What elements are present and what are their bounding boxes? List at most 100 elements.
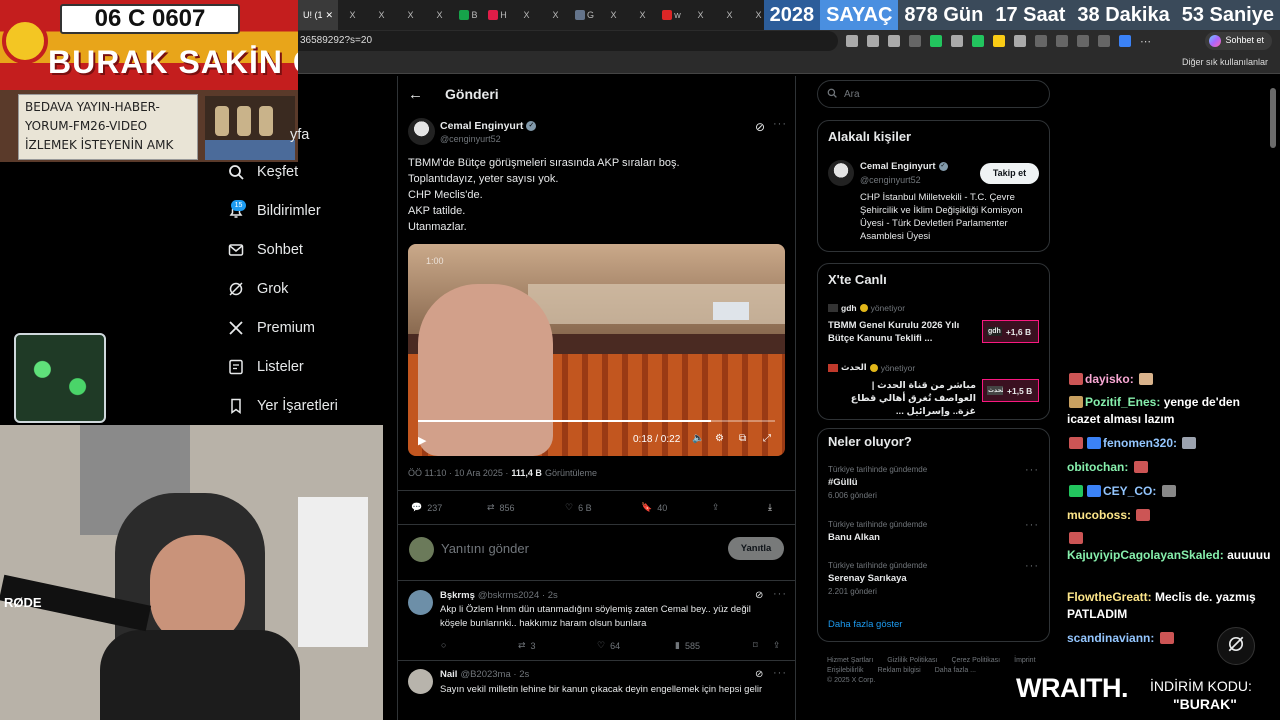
nav-item-grok[interactable]: Grok [228, 277, 288, 301]
like-action[interactable]: ♡ 6 B [565, 502, 592, 513]
browser-tab[interactable]: w [657, 0, 686, 30]
settings-gear-icon[interactable]: ⚙ [715, 433, 724, 444]
browser-tab[interactable]: X [367, 0, 396, 30]
picture-in-picture-icon[interactable]: ⧉ [739, 433, 746, 444]
copilot-chat-button[interactable]: Sohbet et [1205, 32, 1272, 50]
favorite-star-icon[interactable] [867, 35, 879, 47]
share-icon[interactable]: ⇪ [773, 640, 781, 651]
browser-tab[interactable]: X [599, 0, 628, 30]
repost-action[interactable]: ⇄ 3 [518, 640, 536, 651]
grok-explain-icon[interactable]: ⊘ [755, 669, 763, 680]
show-more-link[interactable]: Daha fazla göster [828, 619, 902, 630]
nav-item-messages[interactable]: Sohbet [228, 238, 303, 262]
nav-item-premium[interactable]: Premium [228, 316, 315, 340]
related-handle[interactable]: @cenginyurt52 [860, 175, 921, 185]
trend-more-icon[interactable]: ··· [1025, 560, 1039, 572]
trend-more-icon[interactable]: ··· [1025, 519, 1039, 531]
play-icon[interactable]: ▶ [418, 434, 426, 447]
profile-avatar[interactable] [1119, 35, 1131, 47]
reply-author-handle[interactable]: @B2023ma · 2s [460, 669, 529, 680]
footer-link[interactable]: Reklam bilgisi [878, 667, 921, 674]
apps-icon[interactable] [846, 35, 858, 47]
live-title-2[interactable]: مباشر من قناة الحدث | العواصف تُغرق أهال… [828, 379, 976, 418]
repost-action[interactable]: ⇄ 856 [487, 502, 515, 513]
search-box[interactable]: Ara [817, 80, 1050, 108]
reply-author-name[interactable]: Nail [440, 669, 457, 680]
browser-tab[interactable]: H [483, 0, 512, 30]
trend-item[interactable]: Türkiye tarihinde gündemde Serenay Sarık… [828, 561, 927, 596]
url-field[interactable]: 36589292?s=20 [298, 31, 838, 51]
footer-link[interactable]: İmprint [1014, 657, 1035, 664]
browser-tab[interactable]: X [338, 0, 367, 30]
browser-tab[interactable]: X [628, 0, 657, 30]
browser-tab[interactable]: G [570, 0, 599, 30]
search-input[interactable]: Ara [844, 89, 860, 100]
follow-button[interactable]: Takip et [980, 163, 1039, 184]
extension-icon[interactable] [993, 35, 1005, 47]
nav-home-partial[interactable]: yfa [290, 127, 309, 143]
scrollbar-thumb[interactable] [1270, 88, 1276, 148]
split-screen-icon[interactable] [1035, 35, 1047, 47]
reply-button[interactable]: Yanıtla [728, 537, 784, 560]
extension-icon[interactable] [951, 35, 963, 47]
share-icon[interactable]: ⇪ [712, 502, 720, 513]
nav-item-lists[interactable]: Listeler [228, 355, 304, 379]
reply-input[interactable]: Yanıtını gönder [441, 541, 529, 556]
author-handle[interactable]: @cenginyurt52 [440, 134, 501, 144]
more-options-icon[interactable]: ··· [773, 118, 787, 130]
footer-link[interactable]: Hizmet Şartları [827, 657, 873, 664]
footer-link[interactable]: Erişilebilirlik [827, 667, 864, 674]
menu-dots-icon[interactable]: ⋯ [1140, 35, 1151, 48]
extension-icon[interactable] [972, 35, 984, 47]
live-join-2[interactable]: الحدث +1,5 B [982, 379, 1039, 402]
extension-icon[interactable] [1014, 35, 1026, 47]
reply-avatar[interactable] [408, 669, 433, 694]
back-arrow-icon[interactable]: ← [408, 86, 423, 103]
grok-explain-icon[interactable]: ⊘ [755, 590, 763, 601]
nav-item-explore[interactable]: Keşfet [228, 160, 298, 184]
close-tab-icon[interactable]: ✕ [325, 10, 333, 21]
reply-author-handle[interactable]: @bskrms2024 · 2s [478, 590, 558, 601]
reply-action[interactable]: 💬 237 [411, 502, 442, 513]
like-action[interactable]: ♡ 64 [597, 640, 620, 651]
extension-icon[interactable] [909, 35, 921, 47]
reply-action[interactable]: ○ [441, 640, 446, 650]
reply-avatar[interactable] [408, 590, 433, 615]
bookmark-icon[interactable]: ⌑ [753, 640, 758, 651]
volume-icon[interactable]: 🔈 [692, 433, 704, 444]
browser-tab[interactable]: X [512, 0, 541, 30]
collections-icon[interactable] [1077, 35, 1089, 47]
footer-link[interactable]: Çerez Politikası [951, 657, 1000, 664]
bookmark-action[interactable]: 🔖 40 [641, 502, 667, 513]
post-timestamp[interactable]: ÖÖ 11:10 · 10 Ara 2025 · [408, 468, 508, 478]
browser-tab[interactable]: X [686, 0, 715, 30]
footer-link[interactable]: Gizlilik Politikası [887, 657, 937, 664]
live-host[interactable]: الحدث [841, 362, 867, 373]
favorites-icon[interactable] [1056, 35, 1068, 47]
other-bookmarks-folder[interactable]: Diğer sık kullanılanlar [1182, 57, 1268, 67]
video-player[interactable]: 1:00 ▶ 0:18 / 0:22 🔈 ⚙ ⧉ ⤢ [408, 244, 785, 456]
browser-tab[interactable]: X [715, 0, 744, 30]
refresh-icon[interactable] [888, 35, 900, 47]
trend-more-icon[interactable]: ··· [1025, 464, 1039, 476]
download-icon[interactable]: ⤓ [768, 502, 772, 513]
footer-link[interactable]: Daha fazla ... [935, 667, 976, 674]
browser-tab[interactable]: X [396, 0, 425, 30]
extension-icon[interactable] [930, 35, 942, 47]
more-options-icon[interactable]: ··· [773, 588, 787, 600]
live-title-1[interactable]: TBMM Genel Kurulu 2026 Yılı Bütçe Kanunu… [828, 319, 976, 345]
live-host[interactable]: gdh [841, 303, 857, 313]
browser-tab[interactable]: X [425, 0, 454, 30]
trend-item[interactable]: Türkiye tarihinde gündemde Banu Alkan [828, 520, 927, 543]
trend-item[interactable]: Türkiye tarihinde gündemde #Güllü 6.006 … [828, 465, 927, 500]
author-avatar[interactable] [408, 118, 435, 145]
grok-floating-button[interactable] [1217, 627, 1255, 665]
grok-explain-icon[interactable]: ⊘ [755, 120, 765, 134]
fullscreen-icon[interactable]: ⤢ [763, 433, 771, 444]
browser-tab-active[interactable]: U! (1 ✕ [298, 0, 338, 30]
author-name-row[interactable]: Cemal Enginyurt ✓ [440, 120, 537, 132]
history-icon[interactable] [1098, 35, 1110, 47]
browser-tab[interactable]: B [454, 0, 483, 30]
related-name-row[interactable]: Cemal Enginyurt ✓ [860, 161, 948, 172]
reply-author-name[interactable]: Bşkrmş [440, 590, 475, 601]
